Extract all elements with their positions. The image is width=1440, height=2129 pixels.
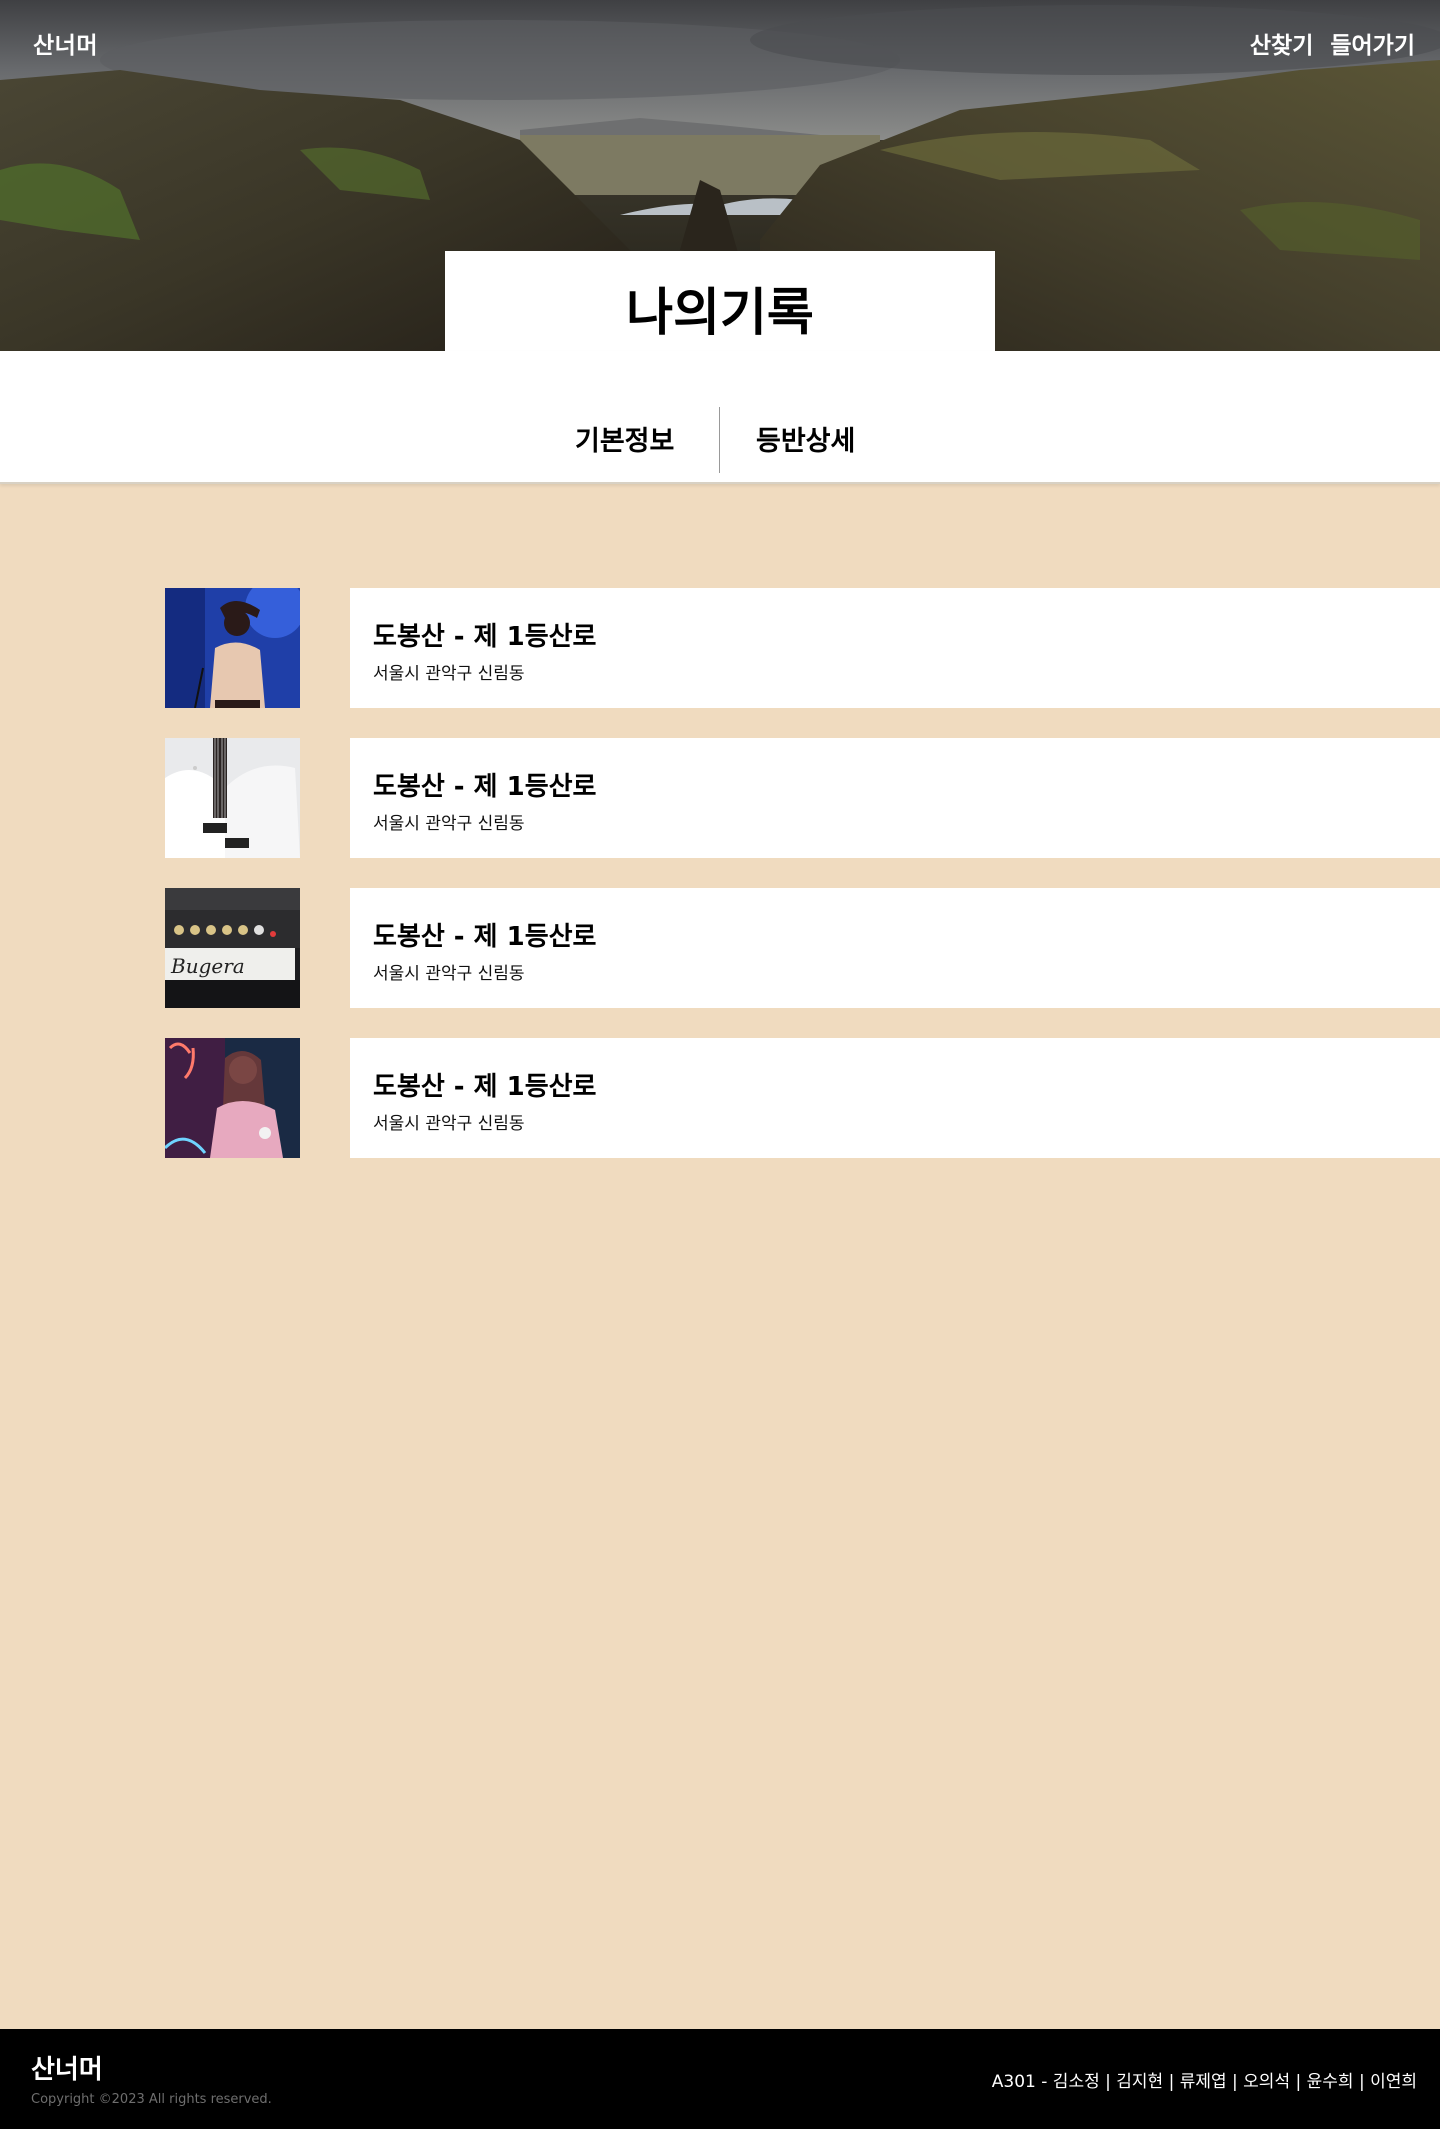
guitar-amplifier-image: Bugera [165,888,300,1008]
singer-on-stage-image [165,588,300,708]
record-thumbnail[interactable] [165,1038,300,1158]
tab-climb-detail[interactable]: 등반상세 [756,419,855,458]
nav-login[interactable]: 들어가기 [1330,26,1415,60]
tab-basic-info[interactable]: 기본정보 [575,419,674,458]
record-location: 서울시 관악구 신림동 [373,1114,525,1134]
svg-text:Bugera: Bugera [170,954,245,978]
page-title-card: 나의기록 [445,251,995,351]
woman-neon-sign-image [165,1038,300,1158]
hero-banner: 산너머 산찾기 들어가기 나의기록 [0,0,1440,351]
record-title: 도봉산 - 제 1등산로 [373,922,597,952]
record-thumbnail[interactable]: Bugera [165,888,300,1008]
record-location: 서울시 관악구 신림동 [373,664,525,684]
white-bass-guitar-image [165,738,300,858]
list-item: 도봉산 - 제 1등산로 서울시 관악구 신림동 [165,738,1440,858]
top-nav: 산찾기 들어가기 [1250,26,1415,60]
site-logo[interactable]: 산너머 [33,26,98,60]
record-thumbnail[interactable] [165,588,300,708]
record-title: 도봉산 - 제 1등산로 [373,1072,597,1102]
record-card[interactable]: 도봉산 - 제 1등산로 서울시 관악구 신림동 [350,738,1440,858]
page-title: 나의기록 [626,284,814,343]
list-item: 도봉산 - 제 1등산로 서울시 관악구 신림동 [165,1038,1440,1158]
record-card[interactable]: 도봉산 - 제 1등산로 서울시 관악구 신림동 [350,1038,1440,1158]
record-title: 도봉산 - 제 1등산로 [373,622,597,652]
footer: 산너머 Copyright ©2023 All rights reserved.… [0,2029,1440,2129]
record-card[interactable]: 도봉산 - 제 1등산로 서울시 관악구 신림동 [350,888,1440,1008]
list-item: 도봉산 - 제 1등산로 서울시 관악구 신림동 [165,588,1440,708]
record-location: 서울시 관악구 신림동 [373,964,525,984]
tab-divider [719,407,720,473]
nav-find-mountain[interactable]: 산찾기 [1250,26,1313,60]
record-tabs: 기본정보 등반상세 [0,351,1440,484]
record-list: 도봉산 - 제 1등산로 서울시 관악구 신림동 도봉산 - 제 1등산로 서울… [165,588,1440,1188]
record-card[interactable]: 도봉산 - 제 1등산로 서울시 관악구 신림동 [350,588,1440,708]
footer-copyright: Copyright ©2023 All rights reserved. [31,2092,272,2107]
record-location: 서울시 관악구 신림동 [373,814,525,834]
footer-credits: A301 - 김소정 | 김지현 | 류제엽 | 오의석 | 윤수희 | 이연희 [991,2072,1417,2092]
record-thumbnail[interactable] [165,738,300,858]
footer-logo[interactable]: 산너머 [31,2049,103,2086]
list-item: Bugera 도봉산 - 제 1등산로 서울시 관악구 신림동 [165,888,1440,1008]
record-title: 도봉산 - 제 1등산로 [373,772,597,802]
